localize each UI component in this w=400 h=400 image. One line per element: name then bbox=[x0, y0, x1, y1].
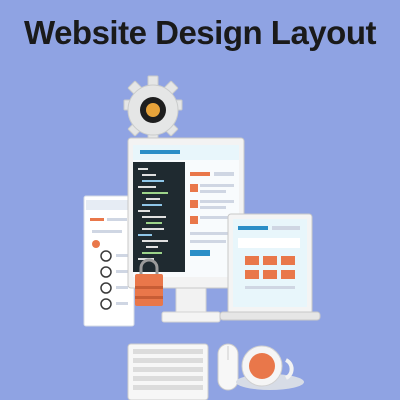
desktop-monitor bbox=[127, 137, 245, 289]
coffee-cup-icon bbox=[236, 345, 304, 390]
illustration-scene bbox=[83, 75, 321, 400]
mouse-icon bbox=[217, 343, 239, 391]
mobile-wireframe bbox=[83, 195, 135, 327]
laptop bbox=[219, 213, 321, 321]
gear-icon bbox=[123, 75, 183, 145]
keyboard-icon bbox=[127, 343, 209, 400]
